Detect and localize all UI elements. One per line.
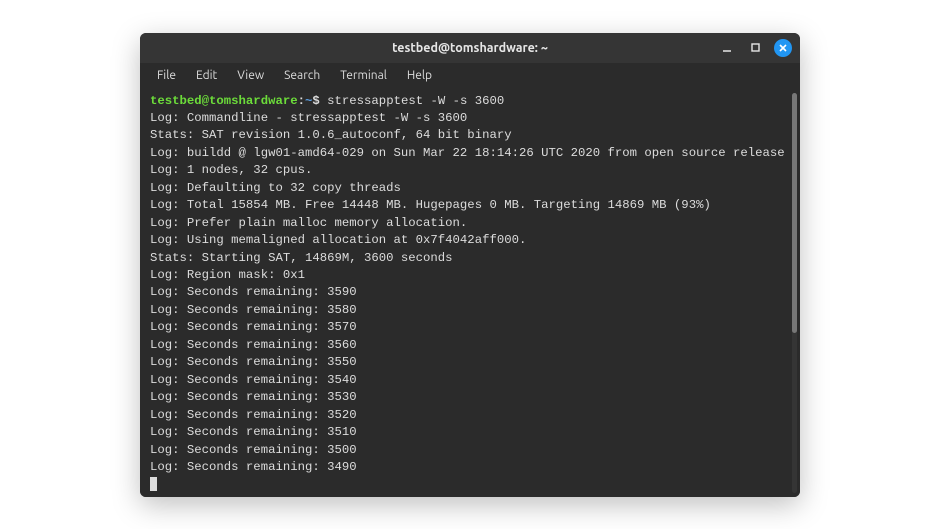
output-line: Log: Seconds remaining: 3490 [150,459,790,476]
output-lines: Log: Commandline - stressapptest -W -s 3… [150,110,790,477]
terminal-content: testbed@tomshardware:~$ stressapptest -W… [150,93,790,494]
output-line: Log: Seconds remaining: 3560 [150,337,790,354]
window-controls [718,39,792,57]
prompt-sigil: $ [312,94,319,108]
prompt-separator: : [298,94,305,108]
menu-terminal[interactable]: Terminal [331,66,396,85]
command-text: stressapptest -W -s 3600 [327,94,504,108]
output-line: Log: Seconds remaining: 3550 [150,354,790,371]
output-line: Log: Seconds remaining: 3590 [150,284,790,301]
terminal-window: testbed@tomshardware: ~ File Edit View S… [140,33,800,497]
output-line: Log: Seconds remaining: 3530 [150,389,790,406]
titlebar[interactable]: testbed@tomshardware: ~ [140,33,800,63]
output-line: Log: Seconds remaining: 3510 [150,424,790,441]
output-line: Log: Seconds remaining: 3520 [150,407,790,424]
output-line: Log: 1 nodes, 32 cpus. [150,162,790,179]
output-line: Log: buildd @ lgw01-amd64-029 on Sun Mar… [150,145,790,162]
output-line: Log: Region mask: 0x1 [150,267,790,284]
scrollbar[interactable] [792,93,797,493]
terminal-body[interactable]: testbed@tomshardware:~$ stressapptest -W… [140,89,800,497]
menu-file[interactable]: File [148,66,185,85]
maximize-button[interactable] [746,39,764,57]
output-line: Log: Seconds remaining: 3500 [150,442,790,459]
output-line: Stats: Starting SAT, 14869M, 3600 second… [150,250,790,267]
menu-edit[interactable]: Edit [187,66,226,85]
prompt-user-host: testbed@tomshardware [150,94,298,108]
output-line: Log: Defaulting to 32 copy threads [150,180,790,197]
output-line: Log: Seconds remaining: 3540 [150,372,790,389]
output-line: Log: Total 15854 MB. Free 14448 MB. Huge… [150,197,790,214]
cursor [150,477,157,491]
menu-view[interactable]: View [228,66,273,85]
output-line: Log: Commandline - stressapptest -W -s 3… [150,110,790,127]
minimize-icon [721,42,733,54]
output-line: Log: Using memaligned allocation at 0x7f… [150,232,790,249]
output-line: Log: Seconds remaining: 3580 [150,302,790,319]
menu-search[interactable]: Search [275,66,329,85]
output-line: Stats: SAT revision 1.0.6_autoconf, 64 b… [150,127,790,144]
output-line: Log: Prefer plain malloc memory allocati… [150,215,790,232]
minimize-button[interactable] [718,39,736,57]
menubar: File Edit View Search Terminal Help [140,63,800,89]
menu-help[interactable]: Help [398,66,441,85]
close-icon [778,43,788,53]
output-line: Log: Seconds remaining: 3570 [150,319,790,336]
window-title: testbed@tomshardware: ~ [392,41,548,55]
maximize-icon [750,42,761,53]
close-button[interactable] [774,39,792,57]
scrollbar-thumb[interactable] [792,93,797,333]
